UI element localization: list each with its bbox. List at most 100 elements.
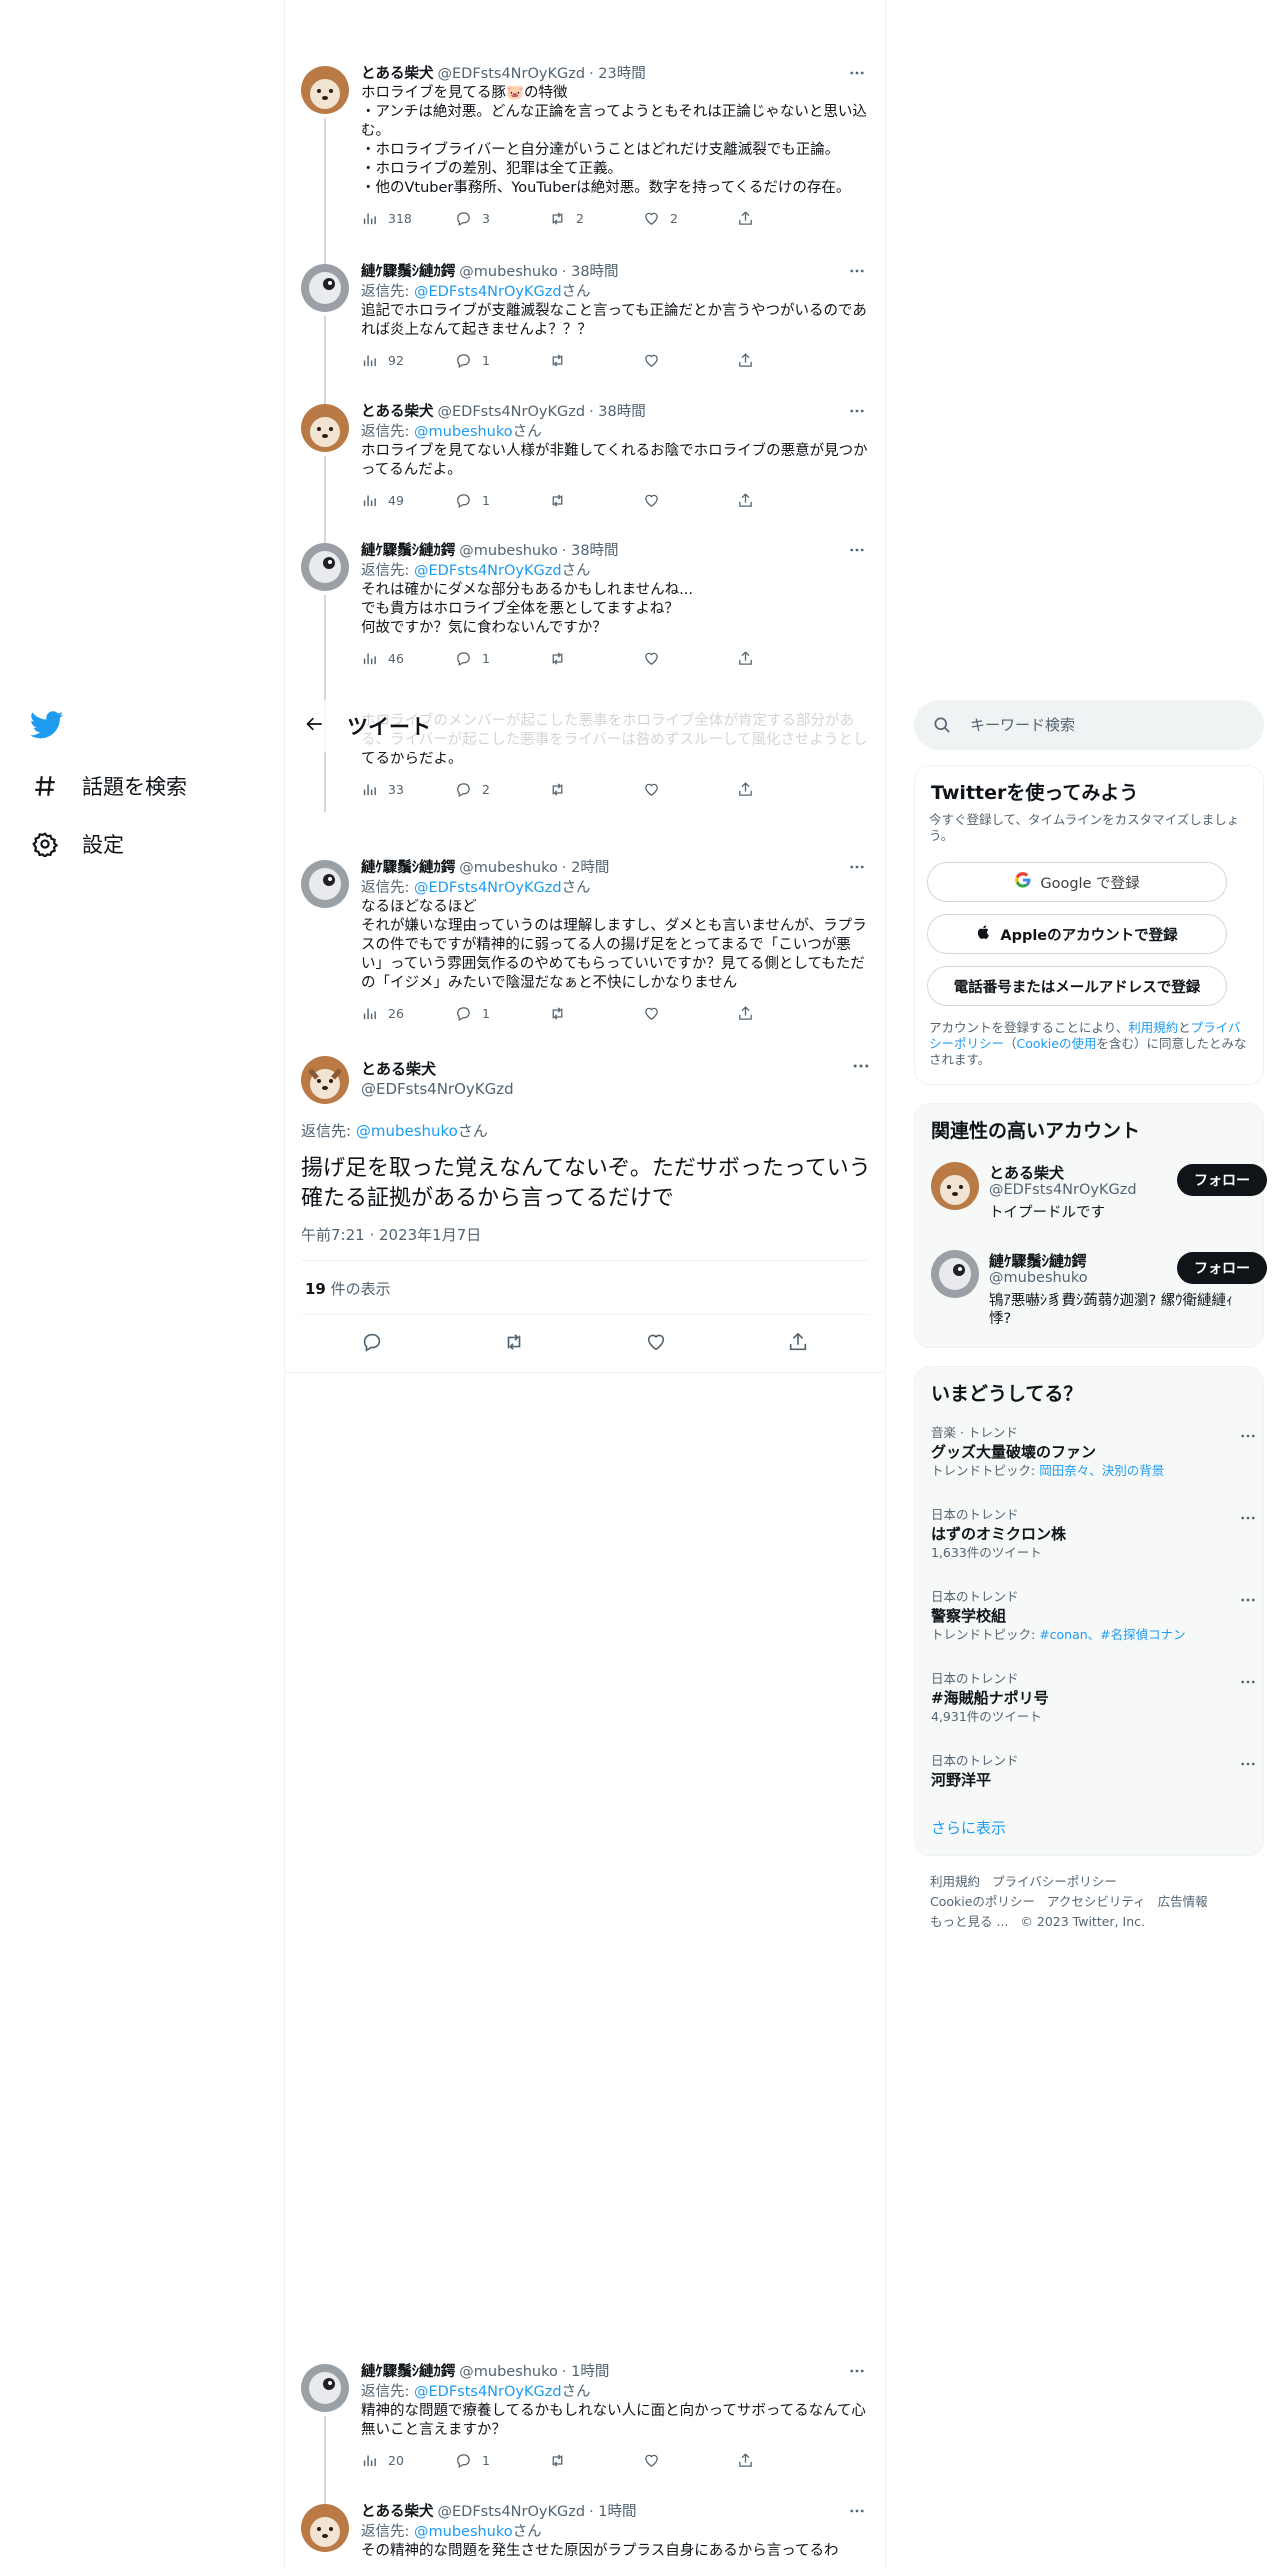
focal-author-name[interactable]: とある柴犬 [361, 1058, 436, 1079]
reply-button[interactable]: 1 [455, 650, 549, 667]
tweet-time[interactable]: · 38時間 [562, 262, 619, 282]
apple-signup-button[interactable]: Appleのアカウントで登録 [927, 914, 1227, 954]
more-options-button[interactable] [1239, 1509, 1257, 1531]
more-options-button[interactable] [1239, 1755, 1257, 1777]
more-options-button[interactable] [843, 856, 871, 878]
footer-link[interactable]: プライバシーポリシー [992, 1874, 1117, 1889]
focal-tweet-date[interactable]: 午前7:21 · 2023年1月7日 [301, 1224, 481, 1245]
views-button[interactable]: 20 [361, 2452, 455, 2469]
retweet-button[interactable] [549, 1005, 643, 1022]
retweet-button[interactable] [503, 1331, 525, 1357]
reply-button[interactable]: 1 [455, 492, 549, 509]
trend-topic-link[interactable]: #conan、#名探偵コナン [1039, 1627, 1185, 1642]
author-handle[interactable]: @mubeshuko [459, 262, 558, 282]
more-options-button[interactable] [1239, 1427, 1257, 1449]
retweet-button[interactable] [549, 352, 643, 369]
avatar[interactable] [301, 66, 349, 114]
trend-item[interactable]: 音楽 · トレンド グッズ大量破壊のファン トレンドトピック: 岡田奈々、決別の背… [931, 1425, 1255, 1479]
author-handle[interactable]: @mubeshuko [459, 858, 558, 878]
reply-button[interactable]: 1 [455, 1005, 549, 1022]
more-options-button[interactable] [1239, 1673, 1257, 1695]
focal-author-handle[interactable]: @EDFsts4NrOyKGzd [361, 1080, 514, 1098]
back-button[interactable] [297, 708, 333, 744]
more-options-button[interactable] [843, 400, 871, 422]
more-options-button[interactable] [1239, 1591, 1257, 1613]
author-handle[interactable]: @EDFsts4NrOyKGzd [438, 64, 586, 84]
reply-button[interactable]: 1 [455, 2452, 549, 2469]
tweet-time[interactable]: · 1時間 [589, 2502, 636, 2522]
avatar[interactable] [301, 1056, 349, 1104]
tweet-time[interactable]: · 2時間 [562, 858, 609, 878]
more-options-button[interactable] [843, 2500, 871, 2522]
avatar[interactable] [301, 264, 349, 312]
tweet-time[interactable]: · 38時間 [562, 541, 619, 561]
terms-of-service-link[interactable]: 利用規約 [1128, 1020, 1178, 1035]
cookie-use-link[interactable]: Cookieの使用 [1017, 1036, 1097, 1051]
tweet-time[interactable]: · 23時間 [589, 64, 646, 84]
follow-button[interactable]: フォロー [1177, 1164, 1267, 1196]
author-handle[interactable]: @EDFsts4NrOyKGzd [438, 2502, 586, 2522]
follow-button[interactable]: フォロー [1177, 1252, 1267, 1284]
avatar[interactable] [931, 1250, 979, 1298]
share-button[interactable] [737, 352, 831, 369]
nav-settings[interactable]: 設定 [30, 824, 124, 864]
like-button[interactable] [643, 492, 737, 509]
avatar[interactable] [301, 404, 349, 452]
google-signup-button[interactable]: Google で登録 [927, 862, 1227, 902]
avatar[interactable] [931, 1162, 979, 1210]
share-button[interactable] [787, 1331, 809, 1357]
reply-to-link[interactable]: @EDFsts4NrOyKGzd [414, 284, 562, 300]
footer-link[interactable]: 広告情報 [1158, 1894, 1208, 1909]
like-button[interactable] [643, 781, 737, 798]
views-button[interactable]: 318 [361, 210, 455, 227]
author-handle[interactable]: @mubeshuko [459, 2362, 558, 2382]
reply-button[interactable] [361, 1331, 383, 1357]
reply-to-link[interactable]: @mubeshuko [414, 2524, 513, 2540]
trend-topic-link[interactable]: 岡田奈々、決別の背景 [1039, 1463, 1164, 1478]
reply-button[interactable]: 3 [455, 210, 549, 227]
like-button[interactable] [643, 1005, 737, 1022]
retweet-button[interactable] [549, 650, 643, 667]
author-name[interactable]: とある柴犬 [361, 2502, 434, 2522]
views-button[interactable]: 46 [361, 650, 455, 667]
trend-item[interactable]: 日本のトレンド はずのオミクロン株 1,633件のツイート [931, 1507, 1255, 1561]
views-button[interactable]: 49 [361, 492, 455, 509]
like-button[interactable] [643, 650, 737, 667]
share-button[interactable] [737, 2452, 831, 2469]
more-options-button[interactable] [843, 62, 871, 84]
share-button[interactable] [737, 781, 831, 798]
more-options-button[interactable] [843, 2360, 871, 2382]
reply-button[interactable]: 2 [455, 781, 549, 798]
twitter-logo-icon[interactable] [29, 708, 66, 744]
reply-to-link[interactable]: @EDFsts4NrOyKGzd [414, 563, 562, 579]
views-button[interactable]: 33 [361, 781, 455, 798]
search-box[interactable] [914, 700, 1264, 750]
author-name[interactable]: 縺ｹ驟鬚ｼ縺ｶ鍔 [361, 858, 455, 878]
more-options-button[interactable] [843, 539, 871, 561]
views-button[interactable]: 26 [361, 1005, 455, 1022]
trend-item[interactable]: 日本のトレンド 河野洋平 [931, 1753, 1255, 1791]
more-options-button[interactable] [843, 260, 871, 282]
avatar[interactable] [301, 543, 349, 591]
retweet-button[interactable]: 2 [549, 210, 643, 227]
tweet-time[interactable]: · 38時間 [589, 402, 646, 422]
author-name[interactable]: とある柴犬 [361, 64, 434, 84]
reply-to-link[interactable]: @EDFsts4NrOyKGzd [414, 2384, 562, 2400]
share-button[interactable] [737, 210, 831, 227]
footer-link[interactable]: 利用規約 [930, 1874, 980, 1889]
avatar[interactable] [301, 2504, 349, 2552]
like-button[interactable]: 2 [643, 210, 737, 227]
retweet-button[interactable] [549, 2452, 643, 2469]
show-more-link[interactable]: さらに表示 [931, 1817, 1006, 1838]
footer-link[interactable]: Cookieのポリシー [930, 1894, 1035, 1909]
reply-to-link[interactable]: @mubeshuko [414, 424, 513, 440]
more-options-button[interactable] [851, 1056, 871, 1080]
author-handle[interactable]: @mubeshuko [459, 541, 558, 561]
like-button[interactable] [645, 1331, 667, 1357]
reply-to-link[interactable]: @mubeshuko [356, 1122, 458, 1140]
like-button[interactable] [643, 2452, 737, 2469]
views-button[interactable]: 92 [361, 352, 455, 369]
reply-button[interactable]: 1 [455, 352, 549, 369]
avatar[interactable] [301, 2364, 349, 2412]
footer-link[interactable]: アクセシビリティ [1047, 1894, 1146, 1909]
